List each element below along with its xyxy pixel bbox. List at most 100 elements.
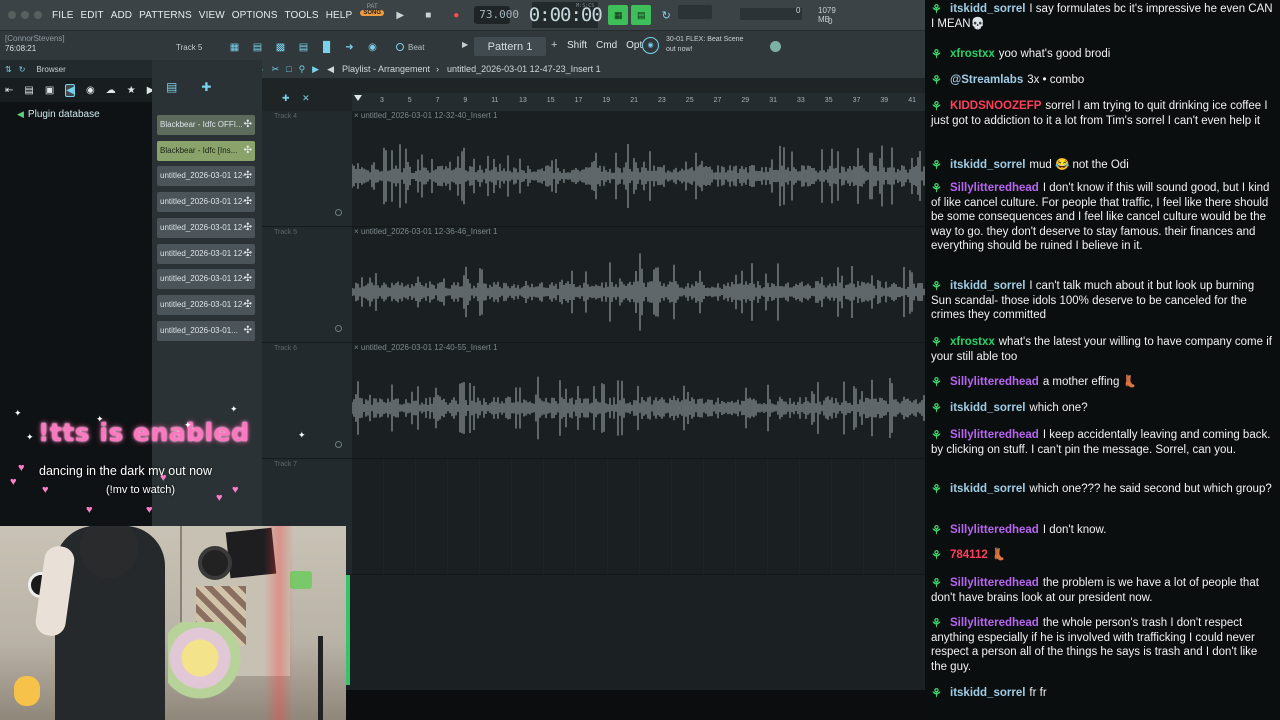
timeline-ruler[interactable]: 3 5 7 9 11 13 15 17 19 21 23 25 27 29 31 33 35 37 39 41 (352, 93, 925, 111)
picker-item[interactable]: untitled_2026-03-01 12-... ✣ (157, 192, 255, 212)
picker-item[interactable]: untitled_2026-03-01 12-... ✣ (157, 244, 255, 264)
audio-clip-title[interactable]: × untitled_2026-03-01 12-32-40_Insert 1 (354, 111, 497, 120)
picker-item-menu-icon[interactable]: ✣ (244, 166, 252, 186)
picker-item-menu-icon[interactable]: ✣ (244, 115, 252, 135)
track-lane[interactable] (352, 459, 925, 575)
menu-patterns[interactable]: PATTERNS (139, 10, 192, 21)
playhead-marker[interactable] (354, 95, 362, 101)
collapse-icon[interactable]: ⇤ (5, 85, 13, 96)
metronome-icon[interactable]: ▦ (608, 5, 629, 25)
plugin-filter-icon[interactable]: ◀ (65, 83, 75, 97)
chat-username[interactable]: itskidd_sorrel (950, 280, 1025, 292)
picker-item-menu-icon[interactable]: ✣ (244, 321, 252, 341)
chat-username[interactable]: itskidd_sorrel (950, 687, 1025, 699)
chat-username[interactable]: xfrostxx (950, 336, 995, 348)
mixer-icon[interactable]: ▤ (295, 42, 312, 53)
playlist-icon[interactable]: ▦ (226, 42, 243, 53)
picker-item[interactable]: untitled_2026-03-01... ✣ (157, 321, 255, 341)
picker-item-menu-icon[interactable]: ✣ (244, 269, 252, 289)
clip-close-icon[interactable]: × (354, 343, 361, 352)
opt-button[interactable]: Opt (626, 40, 642, 51)
track-lane[interactable]: × untitled_2026-03-01 12-40-55_Insert 1 (352, 343, 925, 459)
playback-icon[interactable]: ▶ (312, 64, 319, 75)
slice-icon[interactable]: ✂ (272, 64, 280, 75)
picker-item-menu-icon[interactable]: ✣ (244, 244, 252, 264)
record-icon[interactable]: ● (444, 4, 468, 26)
chat-username[interactable]: Sillylitteredhead (950, 376, 1039, 388)
chat-username[interactable]: itskidd_sorrel (950, 159, 1025, 171)
menu-tools[interactable]: TOOLS (284, 10, 318, 21)
picker-menu-icon[interactable]: ▤ (166, 80, 177, 94)
add-pattern-button[interactable]: + (551, 39, 557, 51)
audio-clip-title[interactable]: × untitled_2026-03-01 12-40-55_Insert 1 (354, 343, 497, 352)
browser-arrow-icon[interactable]: ⇅ (5, 65, 12, 74)
audio-clip-title[interactable]: × untitled_2026-03-01 12-36-46_Insert 1 (354, 227, 497, 236)
track-header[interactable]: Track 4 (262, 111, 352, 227)
folder-icon[interactable]: ▣ (45, 85, 54, 96)
picker-item[interactable]: untitled_2026-03-01 12-... ✣ (157, 269, 255, 289)
wait-input-icon[interactable]: ▤ (631, 5, 652, 25)
track-lane[interactable]: × untitled_2026-03-01 12-36-46_Insert 1 (352, 227, 925, 343)
pat-song-toggle[interactable]: PAT SONG (360, 4, 385, 26)
track-knob-icon[interactable] (335, 209, 342, 216)
chat-username[interactable]: @Streamlabs (950, 74, 1023, 86)
browser-back-icon[interactable]: ↻ (19, 65, 26, 74)
chat-username[interactable]: Sillylitteredhead (950, 577, 1039, 589)
picker-item-menu-icon[interactable]: ✣ (244, 295, 252, 315)
track-header[interactable]: Track 5 (262, 227, 352, 343)
menu-help[interactable]: HELP (326, 10, 353, 21)
track-knob-icon[interactable] (335, 441, 342, 448)
maximize-window-button[interactable] (34, 11, 42, 19)
news-panel[interactable]: ◉ 30-01 FLEX: Beat Scene out now! (642, 35, 743, 55)
close-window-button[interactable] (8, 11, 16, 19)
minimize-window-button[interactable] (21, 11, 29, 19)
picker-item[interactable]: untitled_2026-03-01 12-... ✣ (157, 295, 255, 315)
loop-record-icon[interactable]: ↻ (656, 5, 676, 25)
select-icon[interactable]: □ (286, 64, 291, 75)
menu-add[interactable]: ADD (111, 10, 132, 21)
chat-username[interactable]: Sillylitteredhead (950, 524, 1039, 536)
piano-roll-icon[interactable]: ▩ (272, 42, 289, 53)
collapse-tracks-icon[interactable]: ✕ (302, 93, 310, 103)
add-track-icon[interactable]: ✚ (282, 93, 290, 103)
menu-edit[interactable]: EDIT (81, 10, 104, 21)
chat-username[interactable]: KIDDSNOOZEFP (950, 100, 1041, 112)
menu-view[interactable]: VIEW (199, 10, 225, 21)
clip-close-icon[interactable]: × (354, 111, 361, 120)
snap-selector[interactable]: Beat (396, 38, 424, 56)
tempo-field[interactable]: 73.000 (474, 6, 519, 24)
track-header[interactable]: Track 6 (262, 343, 352, 459)
pattern-arrow-icon[interactable]: ▶ (462, 40, 468, 49)
arrow-icon[interactable]: ➜ (341, 42, 358, 53)
chat-username[interactable]: 784112 (950, 549, 988, 561)
chat-username[interactable]: Sillylitteredhead (950, 429, 1039, 441)
timeline-overview[interactable] (262, 78, 925, 93)
globe-icon[interactable] (770, 41, 781, 52)
play-icon[interactable]: ▶ (388, 4, 412, 26)
picker-item[interactable]: untitled_2026-03-01 12-... ✣ (157, 166, 255, 186)
menu-file[interactable]: FILE (52, 10, 74, 21)
cmd-button[interactable]: Cmd (596, 40, 617, 51)
vertical-scrollbar[interactable] (346, 575, 350, 685)
plugin-database-item[interactable]: ◀ Plugin database (17, 109, 100, 120)
stop-icon[interactable]: ■ (416, 4, 440, 26)
star-icon[interactable]: ★ (127, 85, 136, 96)
file-icon[interactable]: ▤ (24, 85, 33, 96)
track-knob-icon[interactable] (335, 325, 342, 332)
picker-item[interactable]: Blackbear - Idfc [Ins... ✣ (157, 141, 255, 161)
cloud-icon[interactable]: ☁ (106, 85, 116, 96)
picker-item-menu-icon[interactable]: ✣ (244, 192, 252, 212)
chat-username[interactable]: itskidd_sorrel (950, 402, 1025, 414)
chat-username[interactable]: Sillylitteredhead (950, 182, 1039, 194)
chat-username[interactable]: xfrostxx (950, 48, 995, 60)
plugin-icon[interactable]: █ (318, 42, 335, 53)
chat-username[interactable]: Sillylitteredhead (950, 617, 1039, 629)
picker-item-menu-icon[interactable]: ✣ (244, 141, 252, 161)
pattern-selector[interactable]: Pattern 1 (474, 37, 546, 56)
picker-plus-icon[interactable]: ✚ (201, 80, 211, 94)
chat-username[interactable]: itskidd_sorrel (950, 483, 1025, 495)
menu-options[interactable]: OPTIONS (232, 10, 278, 21)
picker-item[interactable]: untitled_2026-03-01 12-... ✣ (157, 218, 255, 238)
shift-button[interactable]: Shift (567, 40, 587, 51)
mic-icon[interactable]: ◉ (364, 42, 381, 53)
